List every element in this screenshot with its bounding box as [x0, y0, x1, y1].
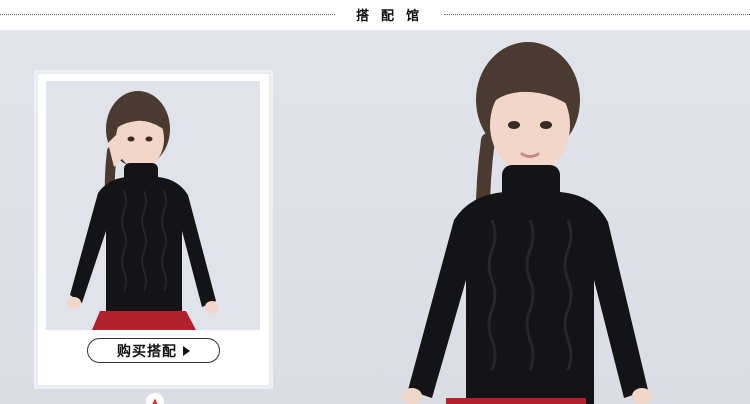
header-divider-right	[444, 14, 750, 15]
header-divider-left	[0, 14, 335, 15]
outfit-photo	[46, 81, 260, 330]
model-photo-large	[402, 42, 652, 404]
buy-outfit-label: 购买搭配	[117, 343, 177, 360]
section-title: 搭配馆	[355, 9, 431, 24]
chevron-up-icon[interactable]: ▲	[146, 393, 164, 404]
play-triangle-icon	[183, 345, 190, 356]
outfit-card: 购买搭配	[37, 73, 270, 386]
product-photo-area: 购买搭配 ▲	[0, 30, 750, 404]
section-header: 搭配馆	[0, 0, 750, 30]
buy-outfit-button[interactable]: 购买搭配	[87, 338, 220, 363]
